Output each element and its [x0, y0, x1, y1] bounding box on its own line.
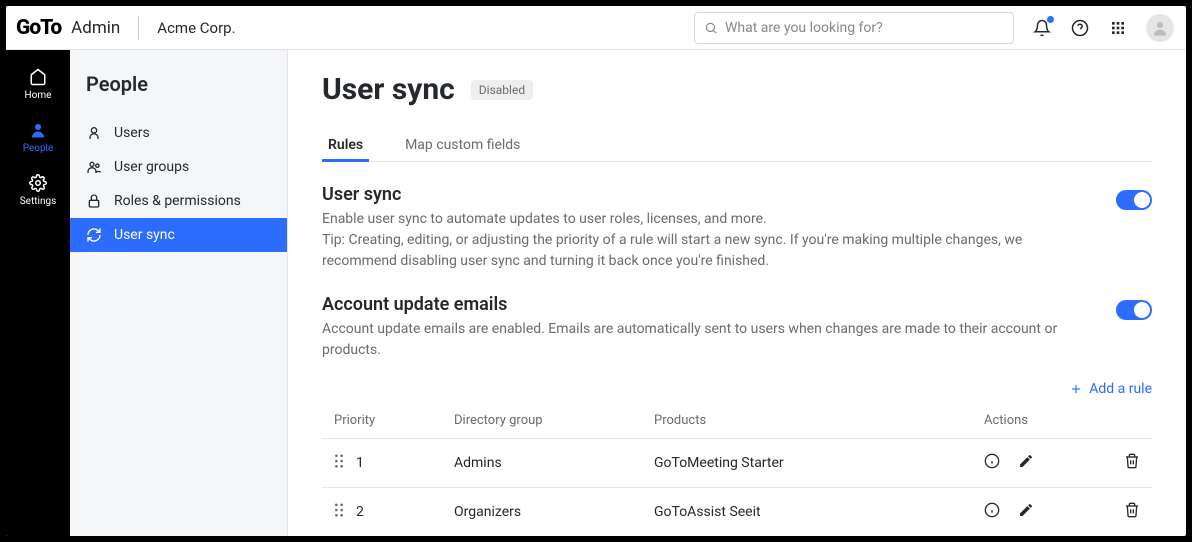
tab-map-custom-fields[interactable]: Map custom fields [399, 129, 526, 161]
th-directory-group: Directory group [442, 403, 642, 439]
notifications-icon[interactable] [1032, 18, 1052, 38]
search-icon [704, 21, 718, 35]
nav-people[interactable]: People [6, 121, 70, 154]
sidebar-item-label: Roles & permissions [114, 193, 241, 209]
logo-mark: GoTo [16, 16, 61, 40]
cell-products: GoToAssist Seeit [642, 488, 972, 537]
section-desc: Account update emails are enabled. Email… [322, 319, 1096, 361]
section-title: User sync [322, 184, 1096, 205]
apps-icon[interactable] [1108, 18, 1128, 38]
account-emails-toggle[interactable] [1116, 300, 1152, 320]
gear-icon [29, 174, 47, 192]
table-row: 2 Organizers GoToAssist Seeit [322, 488, 1152, 537]
sidebar-item-user-sync[interactable]: User sync [70, 218, 287, 252]
sidebar-item-label: Users [114, 125, 150, 141]
tab-rules[interactable]: Rules [322, 129, 369, 161]
drag-handle-icon[interactable] [334, 503, 344, 521]
section-desc-tip: Tip: Creating, editing, or adjusting the… [322, 230, 1096, 272]
add-rule-button[interactable]: Add a rule [1069, 381, 1152, 397]
delete-icon[interactable] [1124, 506, 1140, 522]
cell-group: Admins [442, 439, 642, 488]
sidebar-item-user-groups[interactable]: User groups [70, 150, 287, 184]
edit-icon[interactable] [1018, 453, 1034, 473]
users-icon [86, 159, 102, 175]
notification-dot [1047, 16, 1054, 23]
logo-admin-label: Admin [71, 18, 120, 38]
content: User sync Disabled Rules Map custom fiel… [288, 50, 1186, 536]
add-rule-label: Add a rule [1089, 381, 1152, 397]
top-actions [1032, 14, 1174, 42]
nav-settings[interactable]: Settings [6, 174, 70, 207]
status-badge: Disabled [471, 80, 533, 100]
avatar[interactable] [1146, 14, 1174, 42]
org-name: Acme Corp. [157, 19, 235, 37]
section-title: Account update emails [322, 294, 1096, 315]
sidebar-item-users[interactable]: Users [70, 116, 287, 150]
nav-home[interactable]: Home [6, 68, 70, 101]
user-icon [86, 125, 102, 141]
home-icon [29, 68, 47, 86]
sidebar-item-label: User sync [114, 227, 175, 243]
info-icon[interactable] [984, 453, 1000, 473]
sync-icon [86, 227, 102, 243]
page-header: User sync Disabled [322, 72, 1152, 107]
people-icon [29, 121, 47, 139]
edit-icon[interactable] [1018, 502, 1034, 522]
th-actions: Actions [972, 403, 1092, 439]
nav-rail: Home People Settings [6, 50, 70, 536]
section-user-sync: User sync Enable user sync to automate u… [322, 184, 1152, 272]
nav-label: Settings [20, 196, 57, 207]
priority-value: 1 [356, 455, 364, 471]
th-delete [1092, 403, 1152, 439]
section-desc: Enable user sync to automate updates to … [322, 209, 1096, 230]
cell-products: GoToMeeting Starter [642, 439, 972, 488]
logo: GoTo Admin [6, 16, 120, 40]
table-actions: Add a rule [322, 381, 1152, 397]
sidebar-title: People [70, 68, 287, 116]
sidebar-item-label: User groups [114, 159, 189, 175]
delete-icon[interactable] [1124, 457, 1140, 473]
divider [138, 16, 139, 40]
info-icon[interactable] [984, 502, 1000, 522]
search-wrap [694, 12, 1014, 44]
tabs: Rules Map custom fields [322, 129, 1152, 162]
section-account-emails: Account update emails Account update ema… [322, 294, 1152, 361]
plus-icon [1069, 382, 1083, 396]
priority-value: 2 [356, 504, 364, 520]
table-row: 1 Admins GoToMeeting Starter [322, 439, 1152, 488]
sidebar: People Users User groups Roles & permiss… [70, 50, 288, 536]
rules-table: Priority Directory group Products Action… [322, 403, 1152, 536]
lock-icon [86, 193, 102, 209]
sidebar-item-roles[interactable]: Roles & permissions [70, 184, 287, 218]
page-title: User sync [322, 72, 455, 107]
th-priority: Priority [322, 403, 442, 439]
topbar: GoTo Admin Acme Corp. [6, 6, 1186, 50]
search-input[interactable] [694, 12, 1014, 44]
th-products: Products [642, 403, 972, 439]
drag-handle-icon[interactable] [334, 454, 344, 472]
user-sync-toggle[interactable] [1116, 190, 1152, 210]
nav-label: People [23, 143, 54, 154]
help-icon[interactable] [1070, 18, 1090, 38]
nav-label: Home [25, 90, 52, 101]
cell-group: Organizers [442, 488, 642, 537]
